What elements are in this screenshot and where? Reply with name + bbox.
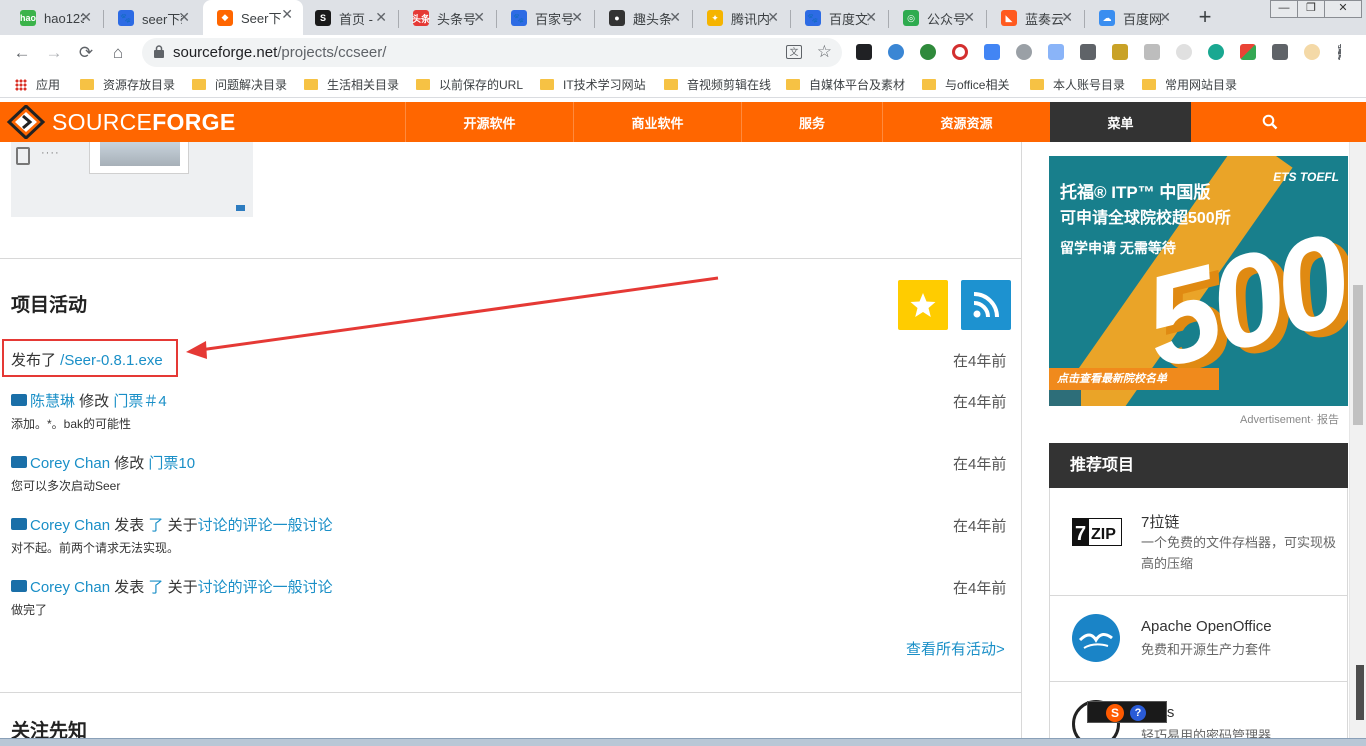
activity-verb: 修改 — [75, 393, 114, 410]
activity-time: 在4年前 — [953, 580, 1007, 597]
release-prefix: 发布了 — [11, 352, 61, 369]
activity-description: 对不起。前两个请求无法实现。 — [11, 541, 180, 555]
activity-verb: 修改 — [110, 455, 149, 472]
page-scrollbar[interactable] — [1349, 142, 1366, 746]
activity-description: 做完了 — [11, 603, 48, 617]
openoffice-logo — [1072, 614, 1120, 662]
ticket-icon — [11, 518, 27, 530]
ad-headline: 托福® ITP™ 中国版 — [1060, 183, 1211, 202]
activity-verb: 发表 — [110, 517, 149, 534]
rec-name[interactable]: Apache OpenOffice — [1141, 618, 1272, 635]
activity-target-link[interactable]: 门票＃4 — [113, 393, 166, 410]
openoffice-gull-icon — [1078, 633, 1113, 649]
activity-target-link[interactable]: 了 — [148, 579, 163, 596]
view-all-activity-link[interactable]: 查看所有活动> — [906, 638, 1005, 659]
activity-topic-link[interactable]: 讨论的评论一般讨论 — [198, 517, 333, 534]
rec-item-7zip[interactable]: 7 ZIP 7拉链 一个免费的文件存档器，可实现极高的压缩 — [1050, 488, 1347, 596]
rec-desc: 一个免费的文件存档器，可实现极高的压缩 — [1141, 535, 1337, 571]
activity-user-link[interactable]: Corey Chan — [30, 579, 110, 596]
activity-time: 在4年前 — [953, 456, 1007, 473]
activity-verb: 发表 — [110, 579, 149, 596]
section-divider-2 — [0, 692, 1021, 693]
activity-time: 在4年前 — [953, 394, 1007, 411]
ime-toolbar[interactable]: S ? — [1087, 701, 1167, 723]
activity-time: 在4年前 — [953, 353, 1007, 370]
ad-label[interactable]: Advertisement· 报告 — [1240, 411, 1339, 427]
activity-item: Corey Chan 发表 了 关于讨论的评论一般讨论 — [11, 514, 333, 535]
svg-text:7: 7 — [1075, 523, 1086, 545]
rec-desc: 免费和开源生产力套件 — [1141, 642, 1272, 657]
release-file-link[interactable]: /Seer-0.8.1.exe — [60, 352, 163, 369]
activity-target-link[interactable]: 门票10 — [148, 455, 195, 472]
activity-time: 在4年前 — [953, 518, 1007, 535]
sogou-ime-icon[interactable]: S — [1106, 704, 1124, 722]
rec-name[interactable]: 7拉链 — [1141, 511, 1179, 532]
ticket-icon — [11, 580, 27, 592]
activity-item: 陈慧琳 修改 门票＃4 — [11, 390, 167, 411]
svg-text:ZIP: ZIP — [1091, 526, 1116, 543]
recommended-title: 推荐项目 — [1049, 443, 1348, 488]
help-icon[interactable]: ? — [1130, 705, 1146, 721]
ad-bar — [1049, 390, 1081, 406]
activity-item: Corey Chan 发表 了 关于讨论的评论一般讨论 — [11, 576, 333, 597]
activity-user-link[interactable]: Corey Chan — [30, 517, 110, 534]
ad-cta: 点击查看最新院校名单 — [1049, 368, 1219, 390]
activity-release: 发布了 /Seer-0.8.1.exe — [11, 349, 163, 370]
ad-subheadline: 可申请全球院校超500所 — [1060, 210, 1231, 227]
ticket-icon — [11, 394, 27, 406]
activity-user-link[interactable]: 陈慧琳 — [30, 393, 75, 410]
activity-connector: 关于 — [163, 579, 198, 596]
7zip-logo: 7 ZIP — [1072, 518, 1122, 546]
ad-brand: ETS TOEFL — [1273, 170, 1339, 184]
scrollbar-thumb[interactable] — [1353, 285, 1363, 425]
ticket-icon — [11, 456, 27, 468]
activity-description: 您可以多次启动Seer — [11, 479, 121, 493]
scrollbar-thumb-lower[interactable] — [1356, 665, 1364, 720]
rec-item-openoffice[interactable]: Apache OpenOffice 免费和开源生产力套件 — [1050, 596, 1347, 682]
activity-connector: 关于 — [163, 517, 198, 534]
ad-tagline: 留学申请 无需等待 — [1060, 240, 1176, 256]
activity-user-link[interactable]: Corey Chan — [30, 455, 110, 472]
activity-description: 添加。*。bak的可能性 — [11, 417, 132, 431]
activity-target-link[interactable]: 了 — [148, 517, 163, 534]
activity-item: Corey Chan 修改 门票10 — [11, 452, 195, 473]
os-taskbar — [0, 738, 1366, 746]
advertisement-banner[interactable]: 500 托福® ITP™ 中国版 可申请全球院校超500所 留学申请 无需等待 … — [1049, 156, 1348, 406]
activity-topic-link[interactable]: 讨论的评论一般讨论 — [198, 579, 333, 596]
